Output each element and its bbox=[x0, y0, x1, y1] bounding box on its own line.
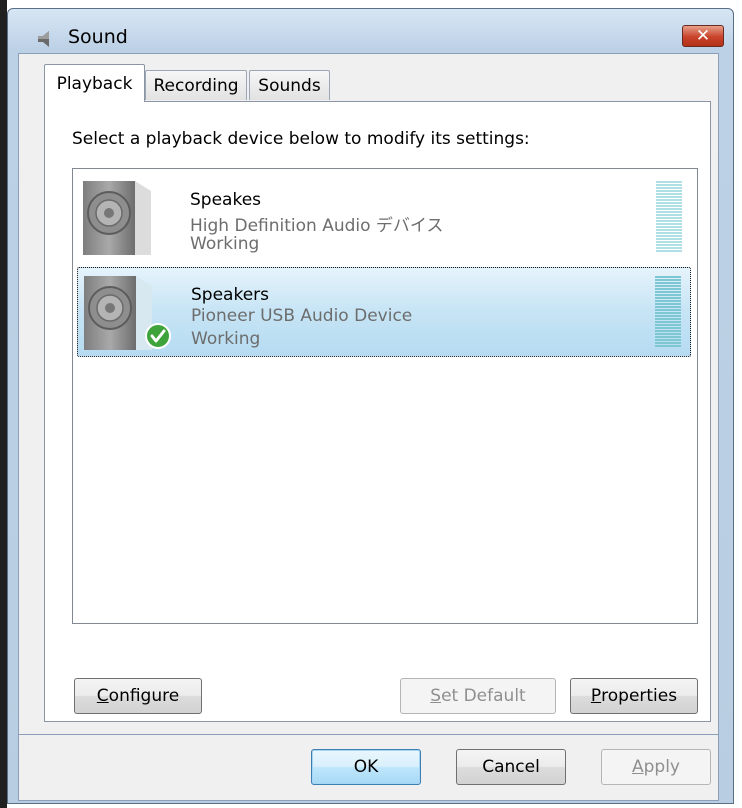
device-list[interactable]: Speakes High Definition Audio デバイス Worki… bbox=[72, 168, 698, 624]
list-item[interactable]: Speakers Pioneer USB Audio Device Workin… bbox=[77, 267, 691, 357]
close-button[interactable]: ✕ bbox=[682, 25, 724, 47]
list-item[interactable]: Speakes High Definition Audio デバイス Worki… bbox=[77, 173, 691, 263]
properties-button[interactable]: Properties bbox=[570, 678, 698, 714]
cancel-button[interactable]: Cancel bbox=[456, 749, 566, 785]
device-name: Speakers bbox=[191, 285, 270, 305]
dialog-button-area: OK Cancel Apply bbox=[18, 735, 719, 801]
device-status: Working bbox=[190, 234, 260, 254]
speaker-icon bbox=[83, 181, 151, 255]
speaker-icon bbox=[38, 31, 49, 47]
set-default-button[interactable]: Set Default bbox=[400, 678, 556, 714]
instruction-text: Select a playback device below to modify… bbox=[72, 129, 530, 149]
device-description: Pioneer USB Audio Device bbox=[191, 306, 413, 326]
tab-sounds[interactable]: Sounds bbox=[249, 70, 330, 100]
volume-meter bbox=[655, 276, 681, 350]
volume-meter bbox=[656, 181, 682, 255]
device-status: Working bbox=[191, 329, 261, 349]
tab-playback[interactable]: Playback bbox=[44, 64, 145, 102]
default-check-icon bbox=[145, 323, 171, 349]
title-bar[interactable]: Sound ✕ bbox=[8, 9, 733, 57]
close-icon: ✕ bbox=[695, 25, 711, 46]
ok-button[interactable]: OK bbox=[311, 749, 421, 785]
tab-recording[interactable]: Recording bbox=[145, 70, 247, 100]
apply-button[interactable]: Apply bbox=[601, 749, 711, 785]
window-title: Sound bbox=[68, 26, 128, 48]
device-name: Speakes bbox=[190, 190, 262, 210]
screen-edge bbox=[0, 0, 7, 808]
device-description: High Definition Audio デバイス bbox=[190, 216, 444, 236]
configure-button[interactable]: Configure bbox=[74, 678, 202, 714]
